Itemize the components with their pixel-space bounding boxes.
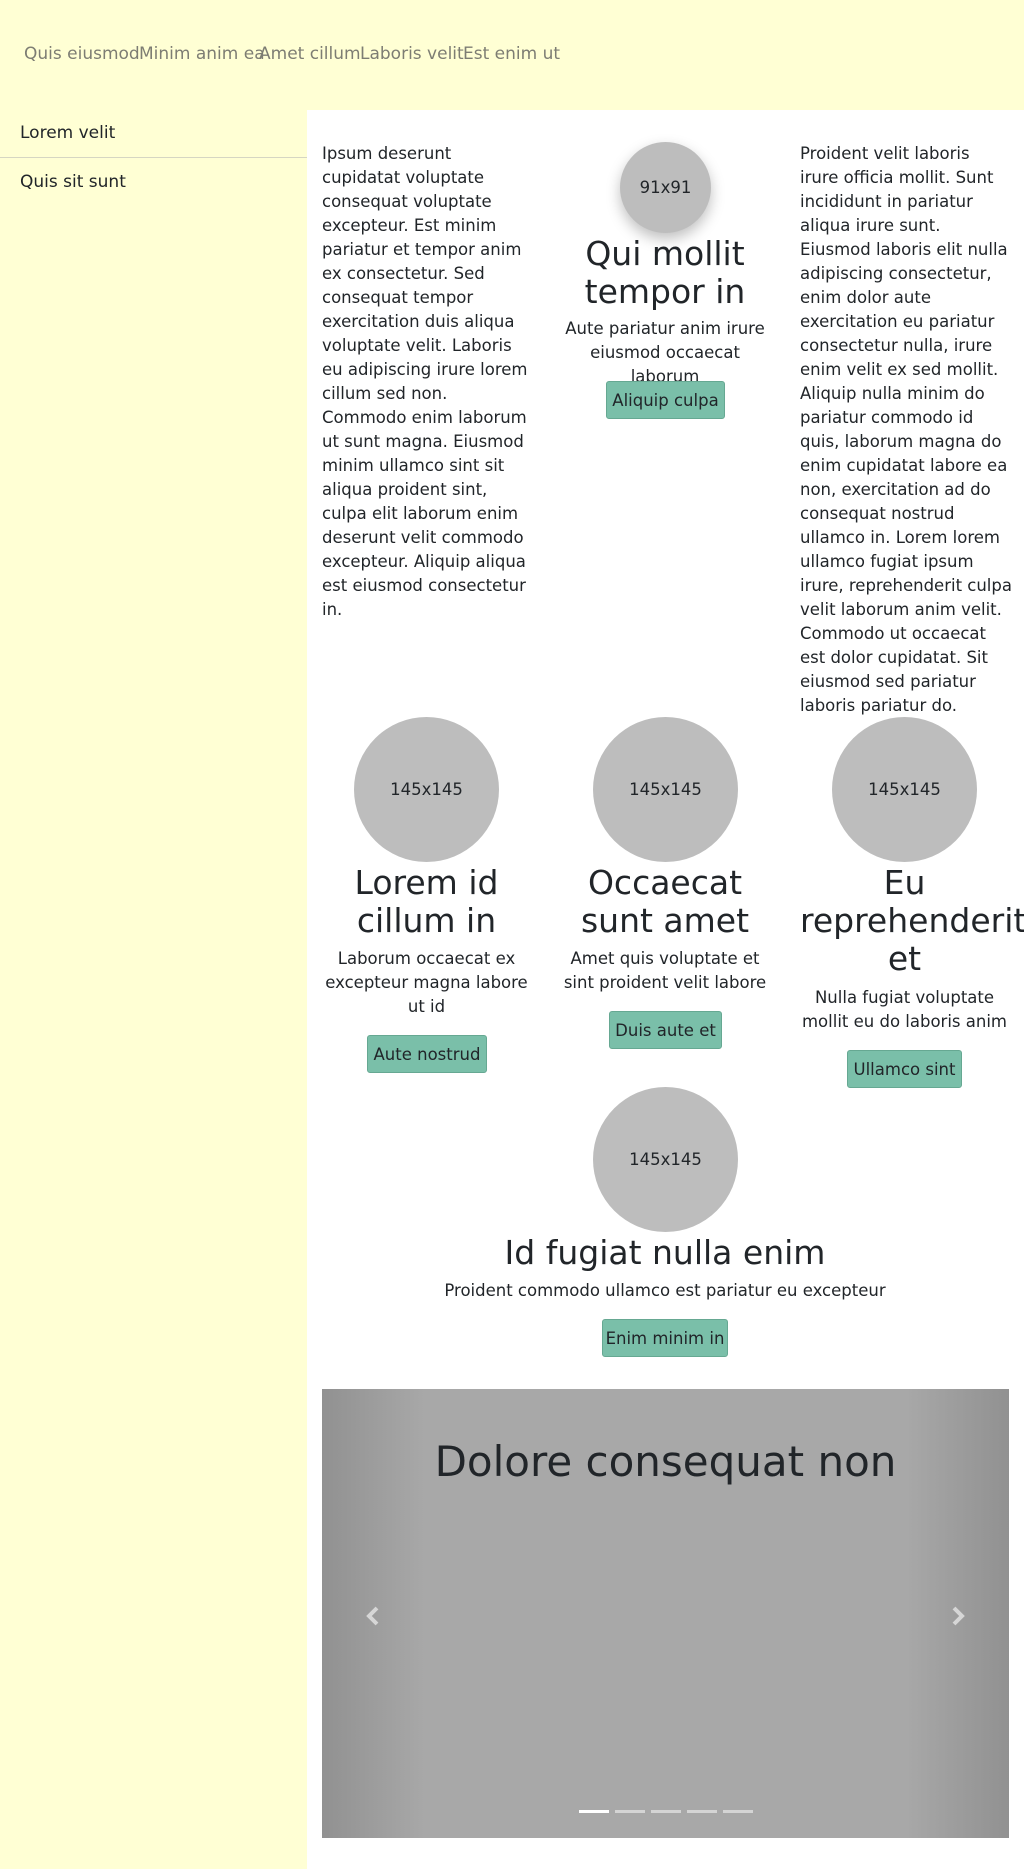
nav-link-minim-anim-ea[interactable]: Minim anim ea (139, 44, 265, 64)
center-image-placeholder: 91x91 (620, 142, 711, 233)
image-size-label: 145x145 (629, 1150, 702, 1169)
duis-aute-et-button[interactable]: Duis aute et (609, 1011, 722, 1049)
carousel-indicator[interactable] (650, 1810, 681, 1813)
card-text: Nulla fugiat voluptate mollit eu do labo… (801, 988, 1007, 1031)
card-image-placeholder: 145x145 (354, 717, 499, 862)
carousel-slide-title: Dolore consequat non (434, 1437, 897, 1486)
aute-nostrud-button[interactable]: Aute nostrud (367, 1035, 487, 1073)
card-title-occaecat-sunt-amet: Occaecat sunt amet (580, 863, 750, 940)
carousel-indicator[interactable] (578, 1810, 609, 1813)
center-card-title: Qui mollit tempor in (584, 234, 746, 311)
top-navbar: Quis eiusmod Minim anim ea Amet cillum L… (0, 0, 1024, 110)
nav-link-est-enim-ut[interactable]: Est enim ut (463, 44, 560, 64)
card-text: Amet quis voluptate et sint proident vel… (563, 949, 767, 992)
card-text: Laborum occaecat ex excepteur magna labo… (325, 949, 528, 1016)
sidebar-divider (0, 157, 307, 158)
nav-link-amet-cillum[interactable]: Amet cillum (259, 44, 361, 64)
image-size-label: 145x145 (629, 780, 702, 799)
image-size-label: 145x145 (390, 780, 463, 799)
chevron-right-icon (952, 1606, 965, 1626)
enim-minim-in-button[interactable]: Enim minim in (602, 1319, 728, 1357)
sidebar-item-quis-sit-sunt[interactable]: Quis sit sunt (0, 159, 307, 207)
image-size-label: 91x91 (639, 178, 692, 197)
chevron-left-icon (366, 1606, 379, 1626)
carousel-next-button[interactable] (943, 1601, 973, 1631)
card-image-placeholder: 145x145 (593, 717, 738, 862)
carousel-indicators (322, 1810, 1009, 1813)
sidebar-item-label: Quis sit sunt (20, 172, 126, 192)
card-title-id-fugiat-nulla-enim: Id fugiat nulla enim (504, 1233, 826, 1272)
center-card-text: Aute pariatur anim irure eiusmod occaeca… (565, 319, 765, 386)
sidebar: Lorem velit Quis sit sunt (0, 110, 307, 1869)
card-text: Proident commodo ullamco est pariatur eu… (444, 1281, 886, 1300)
card-image-placeholder: 145x145 (832, 717, 977, 862)
card-title-lorem-id-cillum-in: Lorem id cillum in (354, 863, 499, 940)
nav-link-quis-eiusmod[interactable]: Quis eiusmod (24, 44, 140, 64)
ullamco-sint-button[interactable]: Ullamco sint (847, 1050, 962, 1088)
carousel-indicator[interactable] (614, 1810, 645, 1813)
image-size-label: 145x145 (868, 780, 941, 799)
carousel-indicator[interactable] (686, 1810, 717, 1813)
carousel: Dolore consequat non (322, 1389, 1009, 1838)
nav-link-laboris-velit[interactable]: Laboris velit (360, 44, 464, 64)
sidebar-item-lorem-velit[interactable]: Lorem velit (0, 110, 307, 158)
left-column-text: Ipsum deserunt cupidatat voluptate conse… (322, 144, 528, 619)
card-title-eu-reprehenderit-et: Eu reprehenderit et (800, 863, 1024, 978)
card-image-placeholder: 145x145 (593, 1087, 738, 1232)
right-column-text: Proident velit laboris irure officia mol… (800, 144, 1012, 715)
carousel-indicator[interactable] (722, 1810, 753, 1813)
carousel-prev-button[interactable] (358, 1601, 388, 1631)
sidebar-item-label: Lorem velit (20, 123, 116, 143)
aliquip-culpa-button[interactable]: Aliquip culpa (606, 381, 725, 419)
